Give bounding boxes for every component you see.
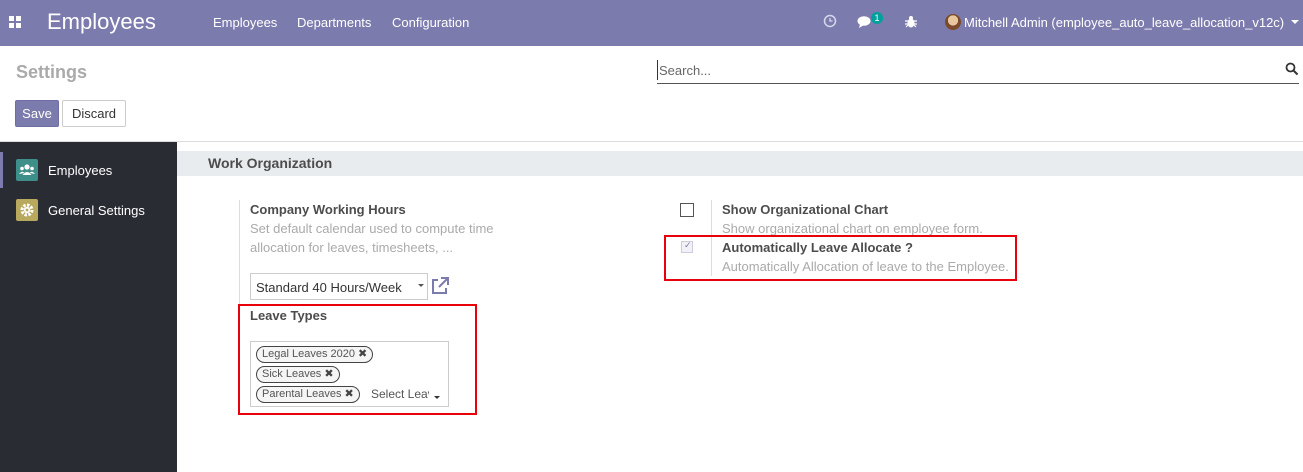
users-icon <box>16 159 38 181</box>
external-link-icon[interactable] <box>430 276 450 296</box>
user-menu-name[interactable]: Mitchell Admin (employee_auto_leave_allo… <box>964 15 1284 30</box>
user-avatar[interactable] <box>945 14 961 30</box>
divider <box>0 141 1303 142</box>
highlight-box <box>664 235 1017 281</box>
menu-employees[interactable]: Employees <box>213 15 277 30</box>
gear-icon <box>16 199 38 221</box>
org-chart-checkbox[interactable] <box>680 203 694 217</box>
sidebar-item-general-settings[interactable]: General Settings <box>0 192 177 228</box>
working-hours-select[interactable]: Standard 40 Hours/Week <box>250 273 428 300</box>
apps-menu-icon[interactable] <box>9 16 21 28</box>
chevron-down-icon <box>418 284 424 287</box>
user-menu-caret-icon[interactable] <box>1291 20 1299 24</box>
page-title: Settings <box>16 62 88 82</box>
sidebar-item-employees[interactable]: Employees <box>0 152 177 188</box>
app-title: Employees <box>47 9 156 34</box>
working-hours-value: Standard 40 Hours/Week <box>256 280 402 295</box>
search-bar <box>657 58 1299 84</box>
working-hours-help-2: allocation for leaves, timesheets, ... <box>250 240 454 255</box>
section-title: Work Organization <box>208 155 333 171</box>
sidebar-item-label: General Settings <box>48 203 145 218</box>
working-hours-label: Company Working Hours <box>250 202 406 217</box>
working-hours-help: Set default calendar used to compute tim… <box>250 221 494 236</box>
discard-button[interactable]: Discard <box>62 100 126 127</box>
messages-badge: 1 <box>871 12 883 24</box>
activity-clock-icon[interactable] <box>823 14 837 28</box>
debug-bug-icon[interactable] <box>904 15 918 29</box>
highlight-box <box>238 304 477 415</box>
org-chart-label: Show Organizational Chart <box>722 202 889 217</box>
sidebar-item-label: Employees <box>48 163 113 178</box>
save-button[interactable]: Save <box>15 100 59 127</box>
menu-departments[interactable]: Departments <box>297 15 371 30</box>
top-navbar: Employees Employees Departments Configur… <box>0 0 1303 46</box>
settings-sidebar: Employees General Settings <box>0 142 177 472</box>
section-header: Work Organization <box>177 151 1303 176</box>
menu-configuration[interactable]: Configuration <box>392 15 469 30</box>
search-input[interactable] <box>657 60 1277 80</box>
search-icon[interactable] <box>1285 62 1299 76</box>
